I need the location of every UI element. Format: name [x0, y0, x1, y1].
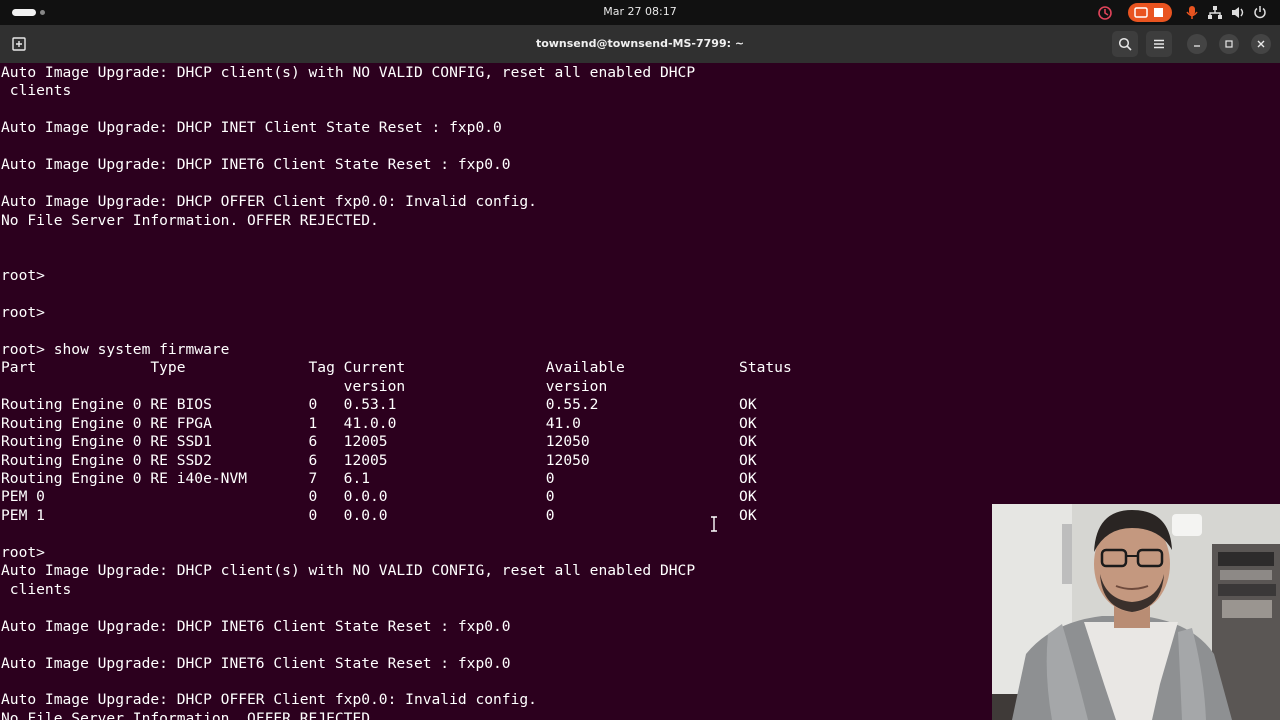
webcam-person-picture: [992, 504, 1280, 720]
minimize-icon: [1194, 45, 1200, 47]
new-tab-button[interactable]: [6, 31, 32, 57]
terminal-line[interactable]: Part Type Tag Current Available Status: [1, 359, 792, 376]
minimize-button[interactable]: [1187, 34, 1207, 54]
terminal-line[interactable]: Auto Image Upgrade: DHCP INET6 Client St…: [1, 655, 511, 672]
clock[interactable]: Mar 27 08:17: [560, 5, 720, 18]
webcam-overlay: [992, 504, 1280, 720]
close-icon: [1257, 40, 1265, 48]
terminal-line[interactable]: No File Server Information. OFFER REJECT…: [1, 710, 379, 720]
new-tab-icon: [12, 37, 26, 51]
text-cursor-icon: [711, 516, 717, 532]
terminal-line[interactable]: Routing Engine 0 RE i40e-NVM 7 6.1 0 OK: [1, 470, 757, 487]
terminal-line[interactable]: root> show system firmware: [1, 341, 229, 358]
network-icon[interactable]: [1207, 3, 1223, 22]
search-button[interactable]: [1112, 31, 1138, 57]
menu-button[interactable]: [1146, 31, 1172, 57]
activities-indicator[interactable]: [12, 9, 48, 16]
terminal-text[interactable]: Auto Image Upgrade: DHCP client(s) with …: [1, 64, 792, 720]
terminal-line[interactable]: PEM 1 0 0.0.0 0 OK: [1, 507, 757, 524]
workspace-pill: [12, 9, 36, 16]
terminal-line[interactable]: Routing Engine 0 RE SSD2 6 12005 12050 O…: [1, 452, 757, 469]
terminal-line[interactable]: Auto Image Upgrade: DHCP client(s) with …: [1, 64, 695, 81]
terminal-line[interactable]: No File Server Information. OFFER REJECT…: [1, 212, 379, 229]
terminal-line[interactable]: version version: [1, 378, 608, 395]
terminal-line[interactable]: Routing Engine 0 RE FPGA 1 41.0.0 41.0 O…: [1, 415, 757, 432]
window-title: townsend@townsend-MS-7799: ~: [535, 37, 745, 50]
volume-icon[interactable]: [1230, 3, 1246, 22]
menu-icon: [1154, 39, 1164, 49]
terminal-line[interactable]: clients: [1, 82, 72, 99]
terminal-line[interactable]: root>: [1, 544, 45, 561]
terminal-line[interactable]: Auto Image Upgrade: DHCP client(s) with …: [1, 562, 695, 579]
terminal-line[interactable]: Auto Image Upgrade: DHCP OFFER Client fx…: [1, 193, 537, 210]
microphone-icon[interactable]: [1184, 3, 1200, 22]
screen-recording-indicator[interactable]: [1128, 3, 1172, 22]
terminal-line[interactable]: clients: [1, 581, 72, 598]
workspace-dot: [40, 10, 45, 15]
terminal-title-bar[interactable]: townsend@townsend-MS-7799: ~: [0, 25, 1280, 63]
terminal-line[interactable]: Auto Image Upgrade: DHCP INET6 Client St…: [1, 618, 511, 635]
terminal-line[interactable]: root>: [1, 304, 45, 321]
close-button[interactable]: [1251, 34, 1271, 54]
maximize-icon: [1225, 40, 1233, 48]
update-icon[interactable]: [1096, 3, 1114, 22]
terminal-line[interactable]: Routing Engine 0 RE SSD1 6 12005 12050 O…: [1, 433, 757, 450]
terminal-line[interactable]: PEM 0 0 0.0.0 0 OK: [1, 488, 757, 505]
terminal-line[interactable]: Auto Image Upgrade: DHCP INET6 Client St…: [1, 156, 511, 173]
screen-recording-icon: [1134, 7, 1163, 18]
terminal-line[interactable]: Auto Image Upgrade: DHCP INET Client Sta…: [1, 119, 502, 136]
system-top-bar: Mar 27 08:17: [0, 0, 1280, 25]
search-icon: [1118, 37, 1132, 51]
terminal-line[interactable]: Auto Image Upgrade: DHCP OFFER Client fx…: [1, 691, 537, 708]
terminal-line[interactable]: Routing Engine 0 RE BIOS 0 0.53.1 0.55.2…: [1, 396, 757, 413]
terminal-line[interactable]: root>: [1, 267, 45, 284]
power-icon[interactable]: [1252, 3, 1268, 22]
maximize-button[interactable]: [1219, 34, 1239, 54]
